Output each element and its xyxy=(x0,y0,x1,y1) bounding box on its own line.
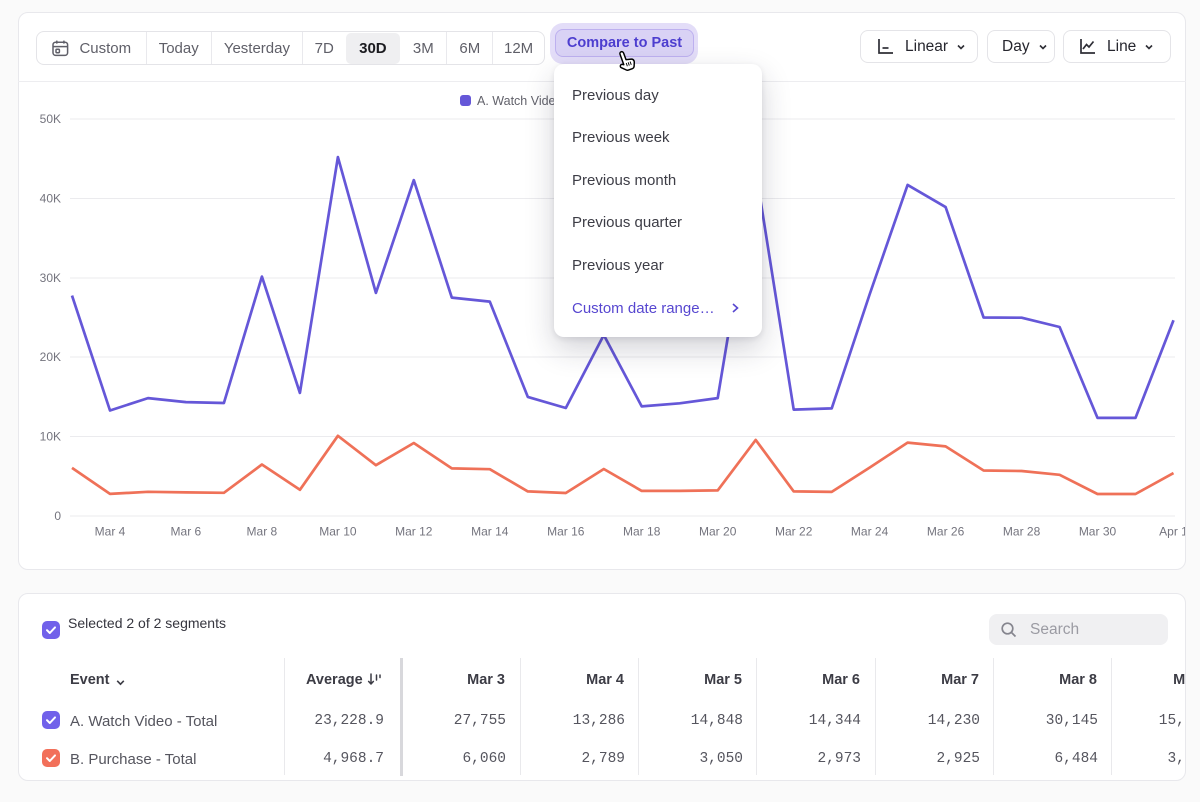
svg-text:40K: 40K xyxy=(40,191,61,205)
svg-text:30K: 30K xyxy=(40,271,61,285)
svg-text:Mar 18: Mar 18 xyxy=(623,525,661,539)
svg-text:Mar 12: Mar 12 xyxy=(395,525,433,539)
svg-text:20K: 20K xyxy=(40,350,61,364)
svg-text:Mar 14: Mar 14 xyxy=(471,525,509,539)
svg-text:Mar 16: Mar 16 xyxy=(547,525,585,539)
svg-text:50K: 50K xyxy=(40,112,61,126)
svg-text:Mar 30: Mar 30 xyxy=(1079,525,1117,539)
svg-text:0: 0 xyxy=(54,509,61,523)
svg-text:Mar 26: Mar 26 xyxy=(927,525,965,539)
svg-text:Mar 8: Mar 8 xyxy=(247,525,278,539)
svg-text:Mar 20: Mar 20 xyxy=(699,525,737,539)
svg-text:Mar 28: Mar 28 xyxy=(1003,525,1041,539)
svg-text:10K: 10K xyxy=(40,430,61,444)
svg-text:Mar 24: Mar 24 xyxy=(851,525,889,539)
svg-text:Mar 4: Mar 4 xyxy=(95,525,126,539)
svg-text:Mar 6: Mar 6 xyxy=(171,525,202,539)
svg-text:Apr 1: Apr 1 xyxy=(1159,525,1185,539)
svg-text:Mar 22: Mar 22 xyxy=(775,525,813,539)
svg-text:Mar 10: Mar 10 xyxy=(319,525,357,539)
